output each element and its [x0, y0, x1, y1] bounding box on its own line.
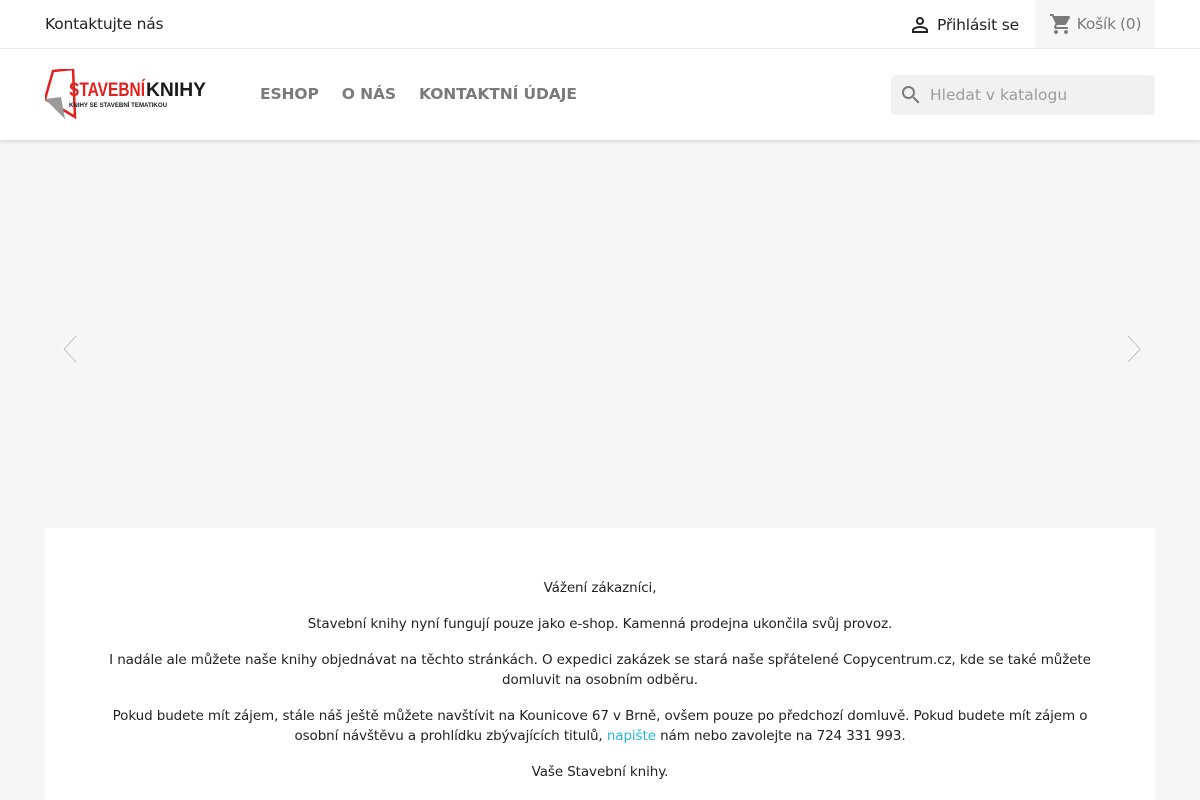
person-icon [912, 17, 928, 33]
main-nav: ESHOP O NÁS KONTAKTNÍ ÚDAJE [260, 85, 577, 103]
notice-panel: Vážení zákazníci, Stavební knihy nyní fu… [45, 528, 1155, 800]
svg-text:STAVEBNÍ: STAVEBNÍ [69, 79, 146, 101]
carousel-next-button[interactable] [1117, 328, 1147, 368]
notice-p3-text: Pokud budete mít zájem, stále náš ještě … [112, 708, 1088, 744]
signin-link[interactable]: Přihlásit se [908, 13, 1019, 37]
notice-paragraph-1: Stavební knihy nyní fungují pouze jako e… [307, 616, 893, 632]
notice-p3-text-end: nám nebo zavolejte na 724 331 993. [655, 728, 906, 744]
notice-paragraph-2: I nadále ale můžete naše knihy objednáva… [109, 652, 1091, 688]
notice-paragraph-3: Pokud budete mít zájem, stále náš ještě … [105, 706, 1095, 746]
svg-text:KNIHY: KNIHY [146, 80, 206, 101]
cart-icon [1049, 14, 1070, 34]
notice-greeting: Vážení zákazníci, [543, 580, 657, 596]
cart-count: (0) [1119, 15, 1142, 33]
search-input[interactable] [930, 86, 1150, 104]
search-box [891, 75, 1155, 115]
nav-about[interactable]: O NÁS [342, 85, 396, 103]
main-header: STAVEBNÍ KNIHY KNIHY SE STAVEBNÍ TEMATIK… [0, 49, 1200, 140]
contact-link[interactable]: Kontaktujte nás [45, 15, 164, 33]
site-logo[interactable]: STAVEBNÍ KNIHY KNIHY SE STAVEBNÍ TEMATIK… [43, 67, 207, 121]
nav-eshop[interactable]: ESHOP [260, 85, 319, 103]
nav-contact[interactable]: KONTAKTNÍ ÚDAJE [419, 85, 577, 103]
search-icon[interactable] [899, 83, 923, 107]
cart-button[interactable]: Košík (0) [1035, 0, 1155, 48]
svg-text:KNIHY SE STAVEBNÍ TEMATIKOU: KNIHY SE STAVEBNÍ TEMATIKOU [69, 100, 167, 109]
cart-label: Košík [1076, 15, 1116, 33]
signin-label: Přihlásit se [937, 16, 1019, 34]
chevron-left-icon [61, 334, 77, 363]
notice-signoff: Vaše Stavební knihy. [531, 764, 669, 780]
carousel-prev-button[interactable] [55, 328, 85, 368]
write-us-link[interactable]: napište [607, 728, 656, 744]
chevron-right-icon [1126, 334, 1141, 363]
top-bar: Kontaktujte nás Přihlásit se Košík (0) [0, 0, 1200, 49]
carousel [45, 140, 1155, 520]
